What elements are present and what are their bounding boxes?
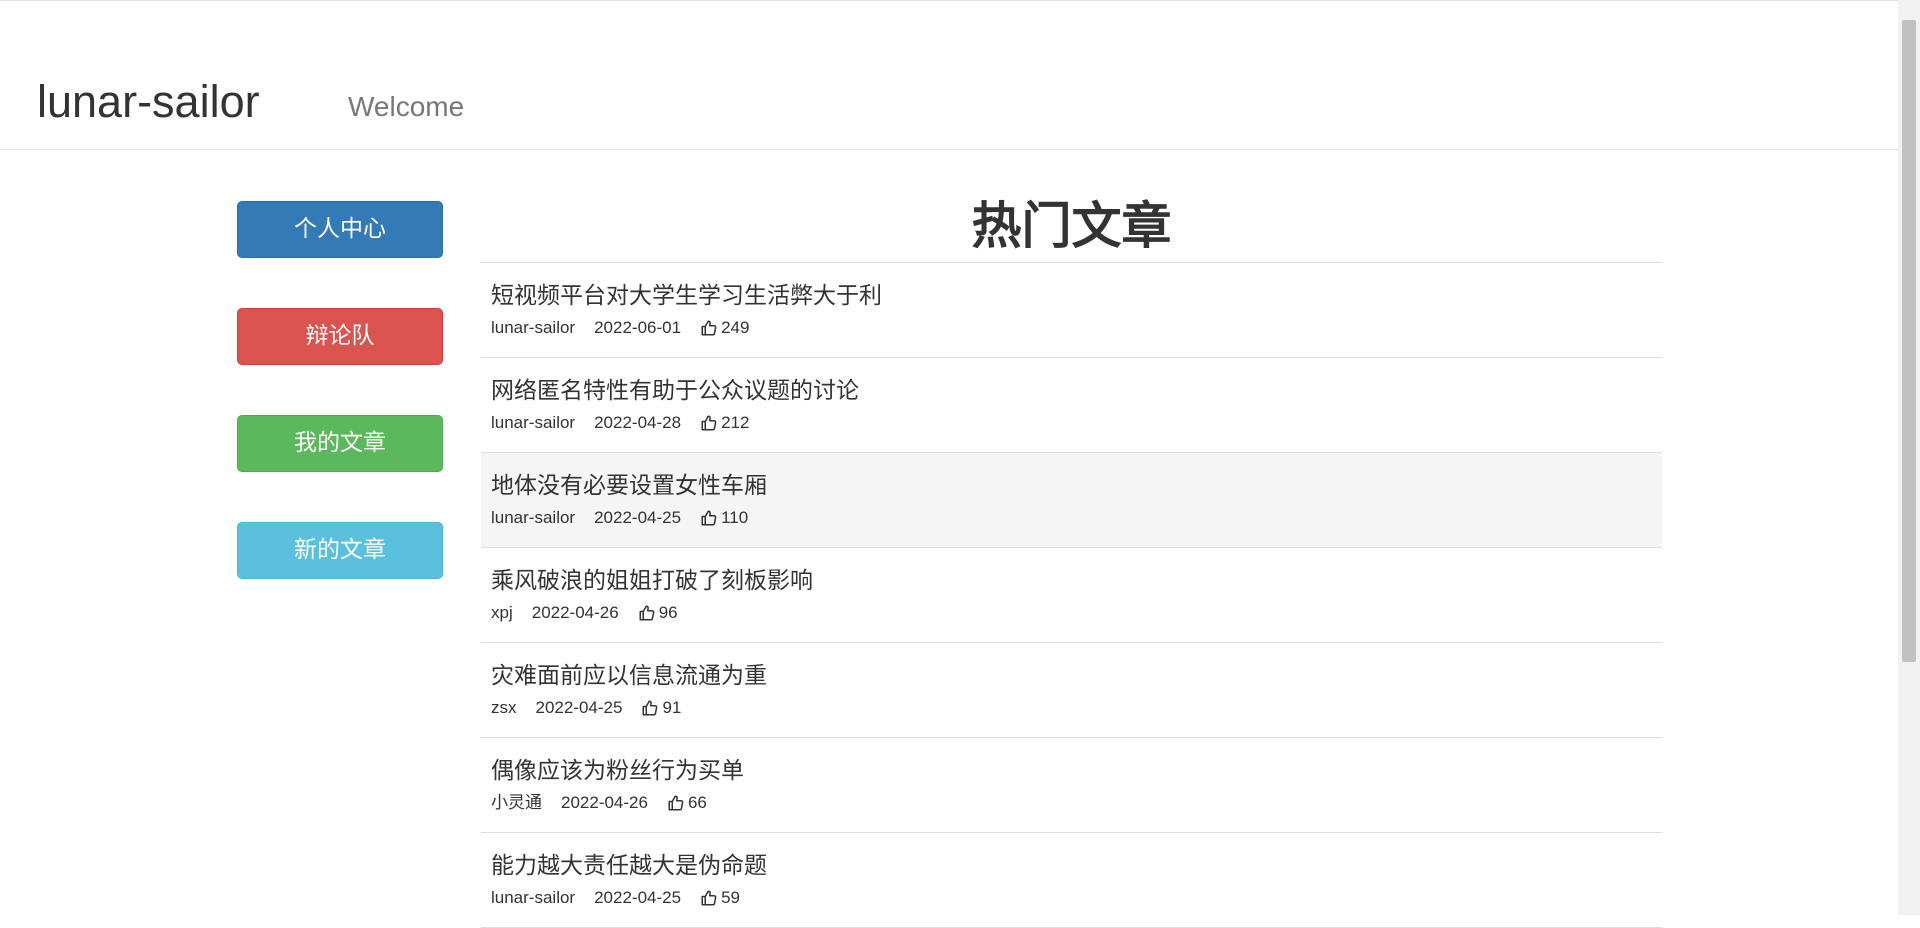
article-author: zsx xyxy=(491,698,517,717)
article-date: 2022-04-28 xyxy=(594,413,682,432)
article-author: lunar-sailor xyxy=(491,413,576,432)
article-item[interactable]: 短视频平台对大学生学习生活弊大于利 lunar-sailor 2022-06-0… xyxy=(481,263,1662,358)
debate-team-button[interactable]: 辩论队 xyxy=(237,308,443,365)
article-date: 2022-06-01 xyxy=(594,318,682,337)
article-date: 2022-04-25 xyxy=(594,888,682,907)
like-count: 96 xyxy=(638,602,678,624)
article-author: lunar-sailor xyxy=(491,318,576,337)
like-number: 66 xyxy=(687,793,707,812)
article-meta: lunar-sailor 2022-04-25 59 xyxy=(491,887,1652,909)
article-author: lunar-sailor xyxy=(491,508,576,527)
article-meta: lunar-sailor 2022-04-25 110 xyxy=(491,507,1652,529)
new-article-button[interactable]: 新的文章 xyxy=(237,522,443,579)
article-meta: lunar-sailor 2022-04-28 212 xyxy=(491,412,1652,434)
article-title[interactable]: 地体没有必要设置女性车厢 xyxy=(491,453,1652,501)
sidebar: 个人中心 辩论队 我的文章 新的文章 xyxy=(237,201,443,629)
article-date: 2022-04-25 xyxy=(535,698,623,717)
thumbs-up-icon xyxy=(701,415,717,431)
article-title[interactable]: 能力越大责任越大是伪命题 xyxy=(491,833,1652,881)
like-count: 66 xyxy=(667,792,707,814)
page-title: 热门文章 xyxy=(481,190,1662,263)
like-count: 212 xyxy=(700,412,749,434)
like-count: 110 xyxy=(700,507,748,529)
like-count: 249 xyxy=(700,317,749,339)
article-title[interactable]: 网络匿名特性有助于公众议题的讨论 xyxy=(491,358,1652,406)
page-scrollbar[interactable] xyxy=(1898,0,1920,915)
scrollbar-thumb[interactable] xyxy=(1902,20,1916,662)
thumbs-up-icon xyxy=(639,605,655,621)
my-articles-button[interactable]: 我的文章 xyxy=(237,415,443,472)
like-count: 59 xyxy=(700,887,740,909)
thumbs-up-icon xyxy=(701,510,717,526)
article-author: xpj xyxy=(491,603,513,622)
like-number: 110 xyxy=(721,508,749,527)
welcome-link[interactable]: Welcome xyxy=(348,89,464,125)
article-meta: zsx 2022-04-25 91 xyxy=(491,697,1652,719)
like-number: 96 xyxy=(658,603,678,622)
article-item[interactable]: 乘风破浪的姐姐打破了刻板影响 xpj 2022-04-26 96 xyxy=(481,548,1662,643)
article-author: lunar-sailor xyxy=(491,888,576,907)
thumbs-up-icon xyxy=(642,700,658,716)
article-date: 2022-04-26 xyxy=(531,603,619,622)
article-title[interactable]: 短视频平台对大学生学习生活弊大于利 xyxy=(491,263,1652,311)
like-number: 249 xyxy=(721,318,750,337)
header: lunar-sailor Welcome xyxy=(0,1,1898,150)
personal-center-button[interactable]: 个人中心 xyxy=(237,201,443,258)
like-number: 212 xyxy=(721,413,750,432)
article-item[interactable]: 偶像应该为粉丝行为买单 小灵通 2022-04-26 66 xyxy=(481,738,1662,833)
article-title[interactable]: 乘风破浪的姐姐打破了刻板影响 xyxy=(491,548,1652,596)
main-content: 热门文章 短视频平台对大学生学习生活弊大于利 lunar-sailor 2022… xyxy=(481,190,1662,928)
article-meta: 小灵通 2022-04-26 66 xyxy=(491,792,1652,814)
article-item[interactable]: 网络匿名特性有助于公众议题的讨论 lunar-sailor 2022-04-28… xyxy=(481,358,1662,453)
article-item[interactable]: 灾难面前应以信息流通为重 zsx 2022-04-25 91 xyxy=(481,643,1662,738)
article-item[interactable]: 能力越大责任越大是伪命题 lunar-sailor 2022-04-25 59 xyxy=(481,833,1662,928)
article-author: 小灵通 xyxy=(491,793,542,812)
article-title[interactable]: 灾难面前应以信息流通为重 xyxy=(491,643,1652,691)
article-title[interactable]: 偶像应该为粉丝行为买单 xyxy=(491,738,1652,786)
like-number: 59 xyxy=(721,888,740,907)
like-count: 91 xyxy=(641,697,681,719)
article-date: 2022-04-25 xyxy=(594,508,682,527)
thumbs-up-icon xyxy=(668,795,684,811)
article-meta: xpj 2022-04-26 96 xyxy=(491,602,1652,624)
site-brand[interactable]: lunar-sailor xyxy=(37,76,260,128)
article-item[interactable]: 地体没有必要设置女性车厢 lunar-sailor 2022-04-25 110 xyxy=(481,453,1662,548)
like-number: 91 xyxy=(662,698,682,717)
article-meta: lunar-sailor 2022-06-01 249 xyxy=(491,317,1652,339)
thumbs-up-icon xyxy=(701,890,717,906)
article-date: 2022-04-26 xyxy=(561,793,648,812)
thumbs-up-icon xyxy=(701,320,717,336)
